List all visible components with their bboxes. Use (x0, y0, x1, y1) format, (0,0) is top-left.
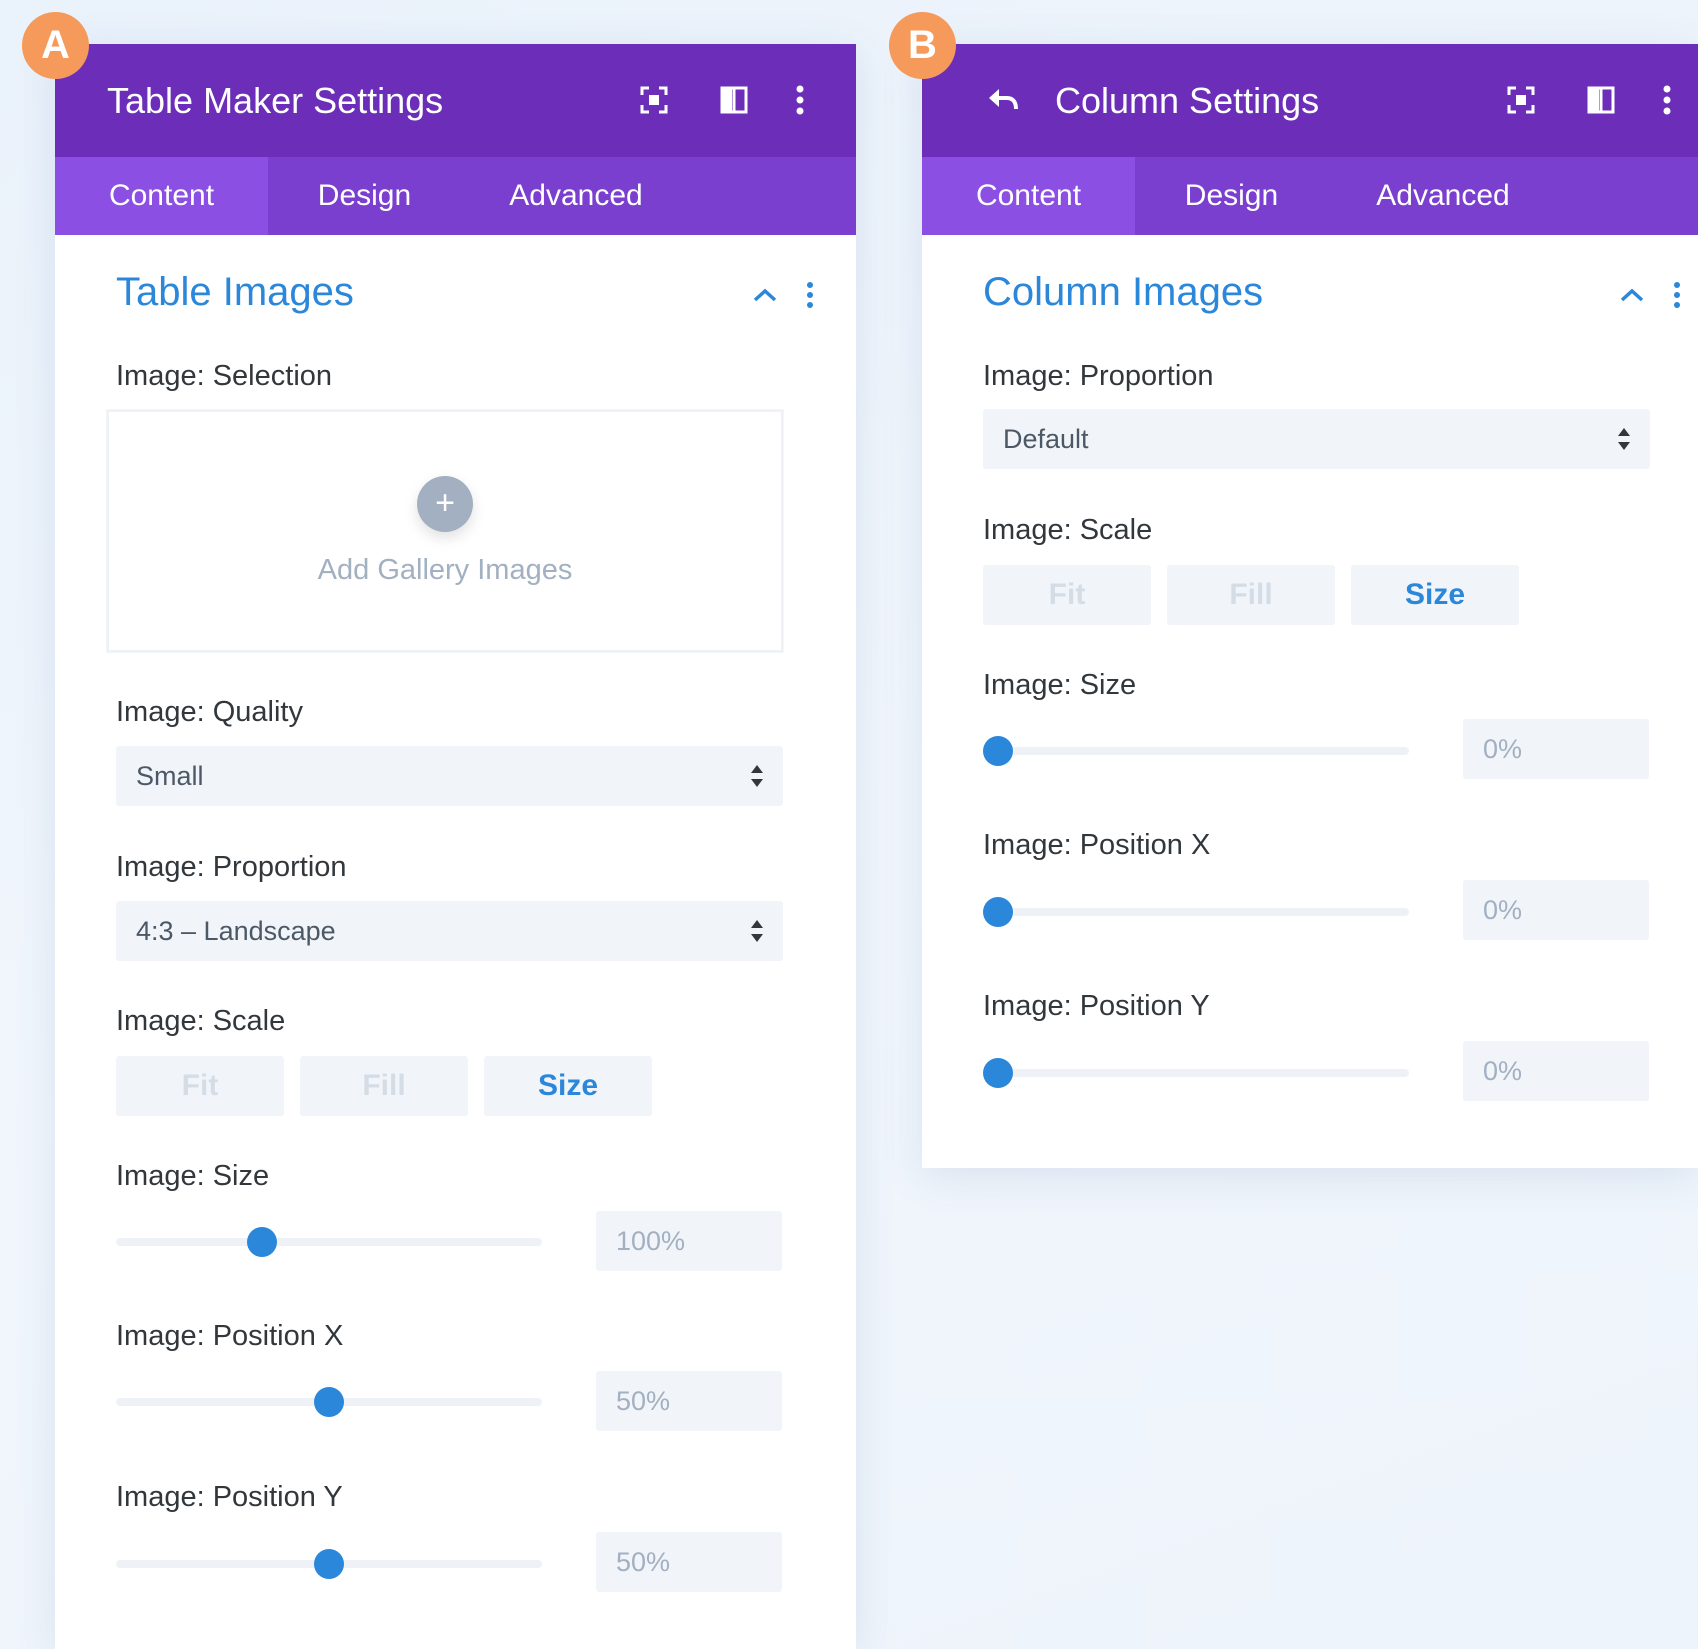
badge-b: B (889, 12, 956, 79)
select-value: Small (136, 761, 204, 791)
scale-fit-button[interactable]: Fit (116, 1056, 284, 1116)
chevron-up-icon[interactable] (750, 280, 780, 310)
input-value: 50% (616, 1547, 671, 1577)
scale-fill-button[interactable]: Fill (300, 1056, 468, 1116)
tab-bar: Content Design Advanced (55, 157, 856, 235)
image-size-label: Image: Size (983, 669, 1137, 701)
scale-fit-button[interactable]: Fit (983, 565, 1151, 625)
image-proportion-label: Image: Proportion (983, 360, 1214, 392)
input-value: 100% (616, 1226, 686, 1256)
back-arrow-icon[interactable] (984, 82, 1020, 118)
scale-fill-button[interactable]: Fill (1167, 565, 1335, 625)
add-plus-icon[interactable]: + (417, 476, 473, 532)
input-value: 50% (616, 1386, 671, 1416)
image-size-label: Image: Size (116, 1160, 270, 1192)
input-value: 0% (1483, 895, 1523, 925)
split-view-icon[interactable] (716, 82, 752, 118)
image-position-x-slider[interactable] (116, 1387, 542, 1417)
tab-advanced[interactable]: Advanced (1328, 157, 1558, 235)
section-title[interactable]: Table Images (116, 270, 354, 315)
scale-size-button[interactable]: Size (1351, 565, 1519, 625)
image-size-slider[interactable] (983, 736, 1409, 766)
focus-icon[interactable] (636, 82, 672, 118)
tab-design[interactable]: Design (268, 157, 461, 235)
tab-design[interactable]: Design (1135, 157, 1328, 235)
split-view-icon[interactable] (1583, 82, 1619, 118)
panel-header: Column Settings (922, 44, 1698, 157)
more-vertical-icon[interactable] (1649, 82, 1685, 118)
gallery-upload-area[interactable]: + Add Gallery Images (107, 410, 783, 652)
slider-thumb[interactable] (247, 1227, 278, 1257)
more-vertical-icon[interactable] (782, 82, 818, 118)
focus-icon[interactable] (1503, 82, 1539, 118)
panel-title: Column Settings (1055, 80, 1320, 121)
image-scale-label: Image: Scale (983, 514, 1153, 546)
image-position-y-slider[interactable] (983, 1058, 1409, 1088)
image-proportion-select[interactable]: 4:3 – Landscape (116, 901, 783, 961)
section-more-icon[interactable] (795, 280, 825, 310)
image-size-input[interactable]: 0% (1463, 719, 1649, 779)
slider-thumb[interactable] (314, 1549, 344, 1579)
slider-thumb[interactable] (983, 897, 1013, 927)
image-position-y-slider[interactable] (116, 1549, 542, 1579)
slider-thumb[interactable] (314, 1387, 344, 1417)
image-proportion-label: Image: Proportion (116, 851, 347, 883)
image-size-slider[interactable] (116, 1227, 542, 1257)
input-value: 0% (1483, 734, 1523, 764)
section-more-icon[interactable] (1662, 280, 1692, 310)
select-arrows-icon (751, 765, 763, 787)
image-size-input[interactable]: 100% (596, 1211, 782, 1271)
select-arrows-icon (1618, 428, 1630, 450)
slider-thumb[interactable] (983, 736, 1013, 766)
image-position-x-label: Image: Position X (116, 1320, 344, 1352)
image-position-x-input[interactable]: 0% (1463, 880, 1649, 940)
input-value: 0% (1483, 1056, 1523, 1086)
tab-bar: Content Design Advanced (922, 157, 1698, 235)
section-title[interactable]: Column Images (983, 270, 1263, 315)
image-position-y-label: Image: Position Y (983, 990, 1210, 1022)
image-position-x-label: Image: Position X (983, 829, 1211, 861)
tab-content[interactable]: Content (922, 157, 1135, 235)
image-proportion-select[interactable]: Default (983, 409, 1650, 469)
tab-advanced[interactable]: Advanced (461, 157, 691, 235)
badge-a: A (22, 12, 89, 79)
column-settings-panel: Column Settings Content Design Advanced … (922, 44, 1698, 1168)
tab-content[interactable]: Content (55, 157, 268, 235)
select-value: 4:3 – Landscape (136, 916, 336, 946)
image-position-y-input[interactable]: 50% (596, 1532, 782, 1592)
image-scale-label: Image: Scale (116, 1005, 286, 1037)
image-position-x-input[interactable]: 50% (596, 1371, 782, 1431)
image-position-x-slider[interactable] (983, 897, 1409, 927)
image-position-y-input[interactable]: 0% (1463, 1041, 1649, 1101)
select-arrows-icon (751, 920, 763, 942)
image-position-y-label: Image: Position Y (116, 1481, 343, 1513)
chevron-up-icon[interactable] (1617, 280, 1647, 310)
panel-title: Table Maker Settings (107, 80, 444, 121)
image-selection-label: Image: Selection (116, 360, 333, 392)
image-quality-select[interactable]: Small (116, 746, 783, 806)
slider-thumb[interactable] (983, 1058, 1013, 1088)
select-value: Default (1003, 424, 1089, 454)
panel-header: Table Maker Settings (55, 44, 856, 157)
image-quality-label: Image: Quality (116, 696, 303, 728)
scale-size-button[interactable]: Size (484, 1056, 652, 1116)
add-gallery-images-text[interactable]: Add Gallery Images (109, 554, 781, 587)
table-maker-settings-panel: Table Maker Settings Content Design Adva… (55, 44, 856, 1649)
